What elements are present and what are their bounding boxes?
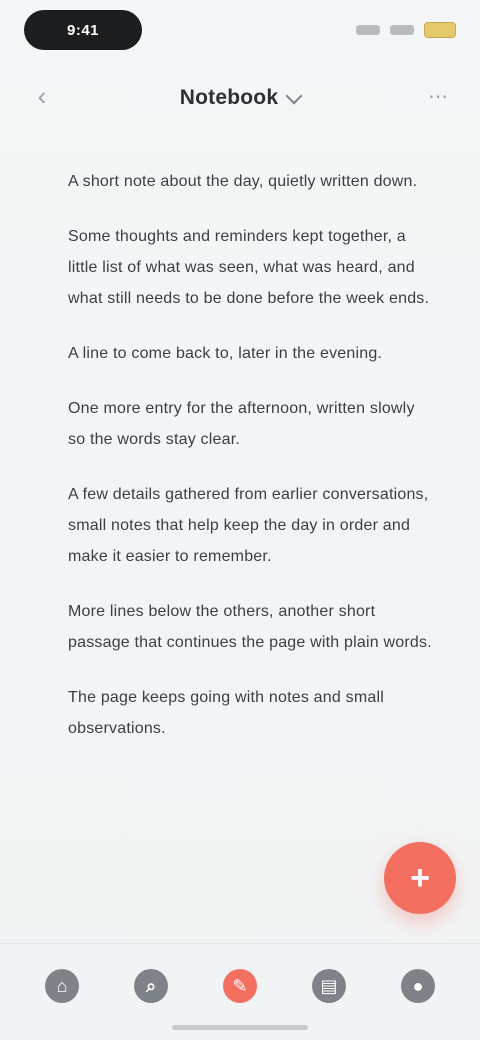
- paragraph-7: The page keeps going with notes and smal…: [68, 689, 384, 737]
- home-icon: ⌂: [45, 969, 79, 1003]
- search-icon: ⌕: [134, 969, 168, 1003]
- status-bar: 9:41: [0, 0, 480, 62]
- nav-compose[interactable]: ✎: [214, 962, 266, 1010]
- back-button[interactable]: ‹: [28, 80, 56, 111]
- nav-profile[interactable]: ●: [392, 962, 444, 1010]
- app-header: ‹ Notebook ⋯: [0, 70, 480, 126]
- signal-icon: [356, 25, 380, 35]
- paragraph-4: One more entry for the afternoon, writte…: [68, 400, 415, 448]
- content-area[interactable]: A short note about the day, quietly writ…: [68, 166, 436, 914]
- paragraph-5: A few details gathered from earlier conv…: [68, 486, 429, 565]
- nav-search[interactable]: ⌕: [125, 962, 177, 1010]
- floating-action-button[interactable]: +: [384, 842, 456, 914]
- compose-icon: ✎: [223, 969, 257, 1003]
- status-time-pill: 9:41: [24, 10, 142, 50]
- paragraph-3: A line to come back to, later in the eve…: [68, 345, 383, 362]
- paragraph-1: A short note about the day, quietly writ…: [68, 173, 418, 190]
- status-icons: [356, 20, 456, 40]
- status-time: 9:41: [66, 21, 100, 39]
- add-icon: +: [410, 858, 430, 897]
- profile-icon: ●: [401, 969, 435, 1003]
- battery-icon: [424, 22, 456, 38]
- paragraph-2: Some thoughts and reminders kept togethe…: [68, 228, 430, 307]
- nav-library[interactable]: ▤: [303, 962, 355, 1010]
- more-button[interactable]: ⋯: [424, 85, 452, 108]
- more-icon: ⋯: [428, 85, 448, 108]
- screen: 9:41 ‹ Notebook ⋯ A short note about the…: [0, 0, 480, 1040]
- wifi-icon: [390, 25, 414, 35]
- title-wrap[interactable]: Notebook: [179, 86, 303, 110]
- home-indicator: [172, 1025, 308, 1030]
- back-arrow-icon: ‹: [37, 80, 47, 111]
- library-icon: ▤: [312, 969, 346, 1003]
- chevron-down-icon: [285, 87, 303, 105]
- bottom-navigation: ⌂ ⌕ ✎ ▤ ●: [0, 943, 480, 1040]
- paragraph-6: More lines below the others, another sho…: [68, 603, 432, 651]
- page-title: Notebook: [179, 86, 279, 109]
- nav-home[interactable]: ⌂: [36, 962, 88, 1010]
- bottom-nav-items: ⌂ ⌕ ✎ ▤ ●: [36, 962, 444, 1010]
